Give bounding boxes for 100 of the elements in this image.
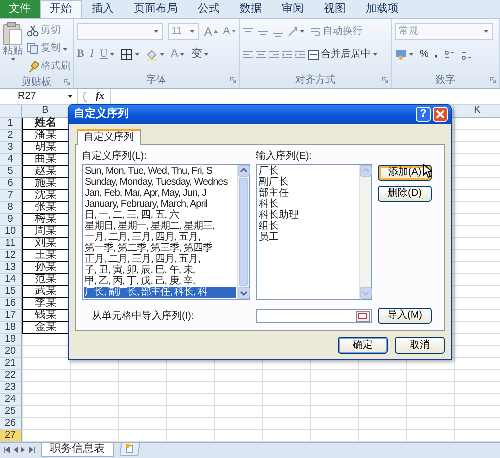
cancel-button[interactable]: 取消	[395, 337, 445, 354]
column-header[interactable]: B	[22, 105, 70, 118]
sheet-tab[interactable]: 职务信息表	[41, 443, 114, 457]
last-sheet-icon[interactable]	[29, 446, 35, 452]
row-header[interactable]: 5	[0, 166, 22, 178]
orientation-button[interactable]	[288, 26, 305, 36]
increase-indent-icon[interactable]	[295, 50, 305, 60]
comma-button[interactable]: ,	[434, 50, 438, 60]
row-header[interactable]: 1	[0, 118, 22, 130]
dialog-launcher-icon[interactable]	[382, 77, 388, 83]
list-item[interactable]: Sun, Mon, Tue, Wed, Thu, Fri, S	[84, 166, 236, 177]
resize-handle-icon[interactable]	[82, 92, 88, 102]
merge-center-button[interactable]: 合并后居中	[308, 50, 378, 60]
import-button[interactable]: 导入(M)	[378, 308, 432, 324]
scroll-down-icon[interactable]	[238, 287, 250, 299]
row-header[interactable]: 2	[0, 130, 22, 142]
row-header[interactable]: 7	[0, 190, 22, 202]
row-header[interactable]: 8	[0, 202, 22, 214]
previous-sheet-icon[interactable]	[13, 446, 18, 452]
ribbon-tab[interactable]: 视图	[314, 0, 356, 18]
ribbon-tab[interactable]: 插入	[82, 0, 124, 18]
list-item[interactable]: Sunday, Monday, Tuesday, Wednes	[84, 177, 236, 188]
row-header[interactable]: 22	[0, 370, 22, 382]
row-header[interactable]: 25	[0, 406, 22, 418]
row-header[interactable]: 17	[0, 310, 22, 322]
custom-lists-listbox[interactable]	[82, 164, 250, 300]
caret-icon	[134, 53, 140, 56]
row-header[interactable]: 20	[0, 346, 22, 358]
row-header[interactable]: 14	[0, 274, 22, 286]
align-center-icon[interactable]	[256, 50, 266, 60]
help-button[interactable]: ?	[416, 107, 431, 122]
function-label[interactable]: fx	[96, 89, 104, 104]
phonetic-guide-button[interactable]: 变	[191, 49, 210, 60]
column-header[interactable]: K	[454, 105, 500, 118]
dialog-tab[interactable]: 自定义序列	[77, 129, 141, 145]
scroll-up-icon[interactable]	[238, 165, 250, 177]
row-header[interactable]: 15	[0, 286, 22, 298]
list-item[interactable]: 子, 丑, 寅, 卯, 辰, 巳, 午, 未,	[84, 265, 236, 276]
import-range-field[interactable]	[256, 309, 372, 323]
list-item[interactable]: January, February, March, April	[84, 199, 236, 210]
ribbon-tab[interactable]: 开始	[40, 0, 82, 18]
collapse-dialog-icon[interactable]	[356, 310, 370, 322]
list-item[interactable]: 一月, 二月, 三月, 四月, 五月,	[84, 232, 236, 243]
dialog-launcher-icon[interactable]	[64, 79, 70, 85]
list-item[interactable]: 厂长, 副厂长, 部主任, 科长, 科	[84, 287, 236, 298]
first-sheet-icon[interactable]	[4, 446, 10, 452]
row-header[interactable]: 13	[0, 262, 22, 274]
add-button[interactable]: 添加(A)	[378, 165, 432, 181]
delete-button[interactable]: 删除(D)	[378, 186, 432, 202]
file-tab[interactable]: 文件	[0, 0, 40, 18]
list-item[interactable]: Jan, Feb, Mar, Apr, May, Jun, J	[84, 188, 236, 199]
ribbon-tab[interactable]: 加载项	[356, 0, 409, 18]
row-header[interactable]: 10	[0, 226, 22, 238]
row-header[interactable]: 18	[0, 322, 22, 334]
increase-decimal-icon[interactable]	[444, 50, 455, 60]
currency-button[interactable]	[395, 49, 414, 60]
row-header[interactable]: 9	[0, 214, 22, 226]
row-header[interactable]: 16	[0, 298, 22, 310]
row-header[interactable]: 4	[0, 154, 22, 166]
row-header[interactable]: 19	[0, 334, 22, 346]
row-header[interactable]: 3	[0, 142, 22, 154]
decrease-decimal-icon[interactable]	[460, 50, 472, 60]
list-item[interactable]: 星期日, 星期一, 星期二, 星期三,	[84, 221, 236, 232]
row-header[interactable]: 24	[0, 394, 22, 406]
row-header[interactable]: 12	[0, 250, 22, 262]
paintbrush-icon	[27, 61, 39, 73]
ribbon-tab[interactable]: 数据	[230, 0, 272, 18]
row-header[interactable]: 26	[0, 418, 22, 430]
list-item[interactable]: 日, 一, 二, 三, 四, 五, 六	[84, 210, 236, 221]
ok-button[interactable]: 确定	[338, 337, 388, 354]
row-header[interactable]: 27	[0, 430, 22, 442]
caret-icon	[63, 48, 68, 50]
row-header[interactable]: 21	[0, 358, 22, 370]
caret-icon	[190, 30, 196, 33]
close-button[interactable]	[433, 107, 448, 122]
dialog-launcher-icon[interactable]	[230, 77, 236, 83]
scrollbar-thumb[interactable]	[239, 178, 248, 286]
borders-button[interactable]	[120, 48, 140, 60]
font-name-field[interactable]	[77, 23, 163, 40]
list-item[interactable]: 第一季, 第二季, 第三季, 第四季	[84, 243, 236, 254]
row-header[interactable]: 11	[0, 238, 22, 250]
caret-icon	[110, 53, 115, 56]
dialog-launcher-icon[interactable]	[490, 77, 496, 83]
next-sheet-icon[interactable]	[21, 446, 26, 452]
ribbon-tab[interactable]: 公式	[188, 0, 230, 18]
list-item[interactable]: 正月, 二月, 三月, 四月, 五月,	[84, 254, 236, 265]
ribbon-tab[interactable]: 页面布局	[124, 0, 188, 18]
paint-bucket-icon	[146, 48, 158, 60]
row-header[interactable]: 6	[0, 178, 22, 190]
decrease-indent-icon[interactable]	[282, 50, 292, 60]
row-header[interactable]: 23	[0, 382, 22, 394]
percent-button[interactable]: %	[420, 50, 429, 60]
caret-icon	[300, 30, 305, 33]
align-left-icon[interactable]	[243, 50, 253, 60]
fill-color-button[interactable]	[146, 48, 165, 60]
ribbon-tab[interactable]: 审阅	[272, 0, 314, 18]
list-item[interactable]: 甲, 乙, 丙, 丁, 戊, 己, 庚, 辛,	[84, 276, 236, 287]
new-sheet-icon[interactable]	[120, 443, 140, 456]
align-right-icon[interactable]	[269, 50, 279, 60]
select-all-corner[interactable]	[0, 105, 22, 118]
